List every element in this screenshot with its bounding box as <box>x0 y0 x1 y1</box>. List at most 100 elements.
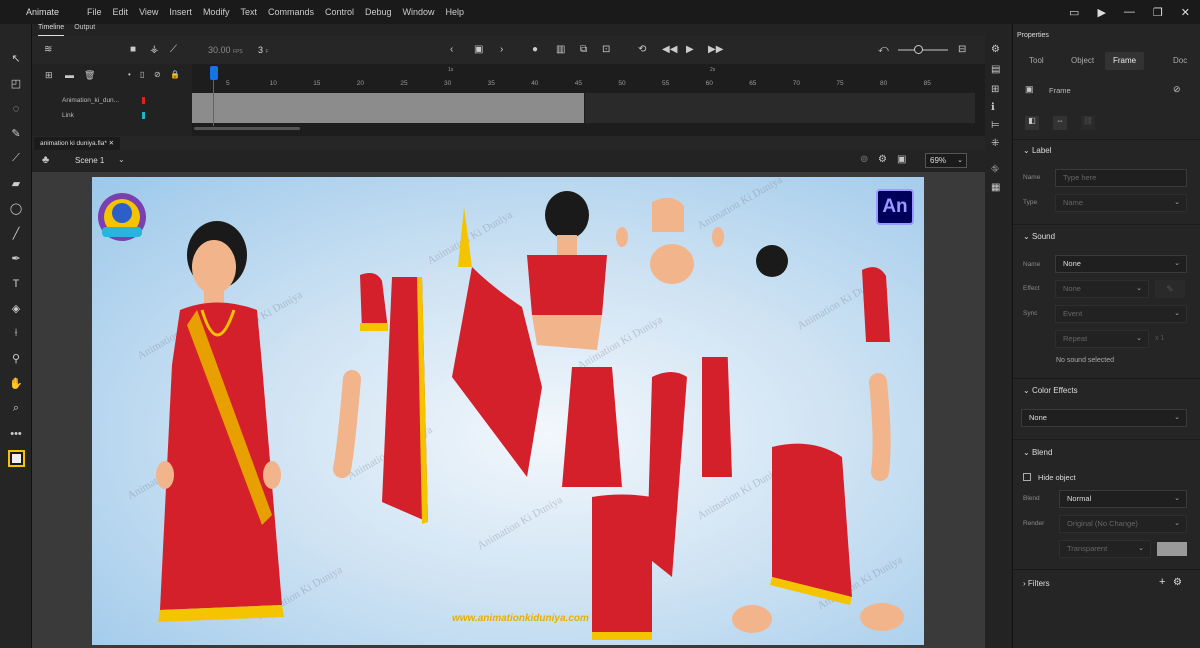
delete-layer-icon[interactable]: 🗑 <box>84 70 95 81</box>
scene-icon[interactable]: ♣ <box>42 154 49 166</box>
parenting-icon[interactable]: ⚶ <box>150 44 159 55</box>
library-panel-icon[interactable]: ▤ <box>991 64 1000 75</box>
document-tab[interactable]: animation ki duniya.fla* ✕ <box>34 137 121 150</box>
chevron-down-icon[interactable]: ⌄ <box>118 155 125 164</box>
undo-zoom-icon[interactable]: ⤺ <box>878 44 889 55</box>
brush-tool-icon[interactable]: ✎ <box>0 121 32 146</box>
frame-zoom-slider[interactable] <box>898 49 948 51</box>
close-icon[interactable]: ✕ <box>1181 6 1190 19</box>
insert-keyframe-icon[interactable]: ▣ <box>474 44 483 55</box>
add-filter-icon[interactable]: + <box>1159 576 1165 588</box>
filter-settings-icon[interactable]: ⚙ <box>1173 577 1182 588</box>
menu-file[interactable]: File <box>87 7 102 17</box>
clip-icon[interactable]: ⚙ <box>878 154 887 165</box>
stage[interactable]: Animation Ki Duniya Animation Ki Duniya An… <box>92 177 924 645</box>
menu-control[interactable]: Control <box>325 7 354 17</box>
loop-icon[interactable]: ⟲ <box>638 44 646 55</box>
hand-tool-icon[interactable]: ✋ <box>0 371 32 396</box>
layer-row[interactable]: Link <box>32 108 192 123</box>
color-effects-select[interactable]: None ⌄ <box>1021 409 1187 427</box>
maximize-icon[interactable]: ❐ <box>1153 6 1163 19</box>
layer-frames[interactable] <box>192 108 584 123</box>
lock-icon[interactable]: 🔒 <box>170 70 180 79</box>
test-movie-icon[interactable]: ▶ <box>1097 6 1105 19</box>
transform-panel-icon[interactable]: ⁜ <box>991 138 999 149</box>
frame-name-input[interactable]: Type here <box>1055 169 1187 187</box>
tab-doc[interactable]: Doc <box>1165 52 1195 70</box>
line-tool-icon[interactable]: ╱ <box>0 221 32 246</box>
menu-help[interactable]: Help <box>446 7 465 17</box>
frames-area[interactable]: 5 10 15 20 25 30 35 40 45 50 55 60 65 70 75 80 85 1s 2s <box>192 64 985 136</box>
properties-panel-icon[interactable]: ⚙ <box>991 44 1000 55</box>
eyedropper-icon[interactable]: ⟊ <box>0 321 32 346</box>
new-layer-icon[interactable]: ⊞ <box>45 70 53 81</box>
menu-edit[interactable]: Edit <box>113 7 129 17</box>
sound-section[interactable]: ⌄ Sound <box>1023 232 1055 241</box>
fps-display[interactable]: 30.00 FPS <box>208 45 243 55</box>
timeline-scrollbar[interactable] <box>194 127 300 130</box>
menu-text[interactable]: Text <box>240 7 257 17</box>
workspace-icon[interactable]: ▭ <box>1069 6 1079 19</box>
highlight-icon[interactable]: • <box>128 70 131 79</box>
subselection-tool-icon[interactable]: ◰ <box>0 71 32 96</box>
blend-select[interactable]: Normal ⌄ <box>1059 490 1187 508</box>
play-icon[interactable]: ▶ <box>686 44 694 55</box>
edit-multiple-icon[interactable]: ▥ <box>556 44 565 55</box>
info-panel-icon[interactable]: ℹ <box>991 102 995 113</box>
menu-commands[interactable]: Commands <box>268 7 314 17</box>
onion-skin-icon[interactable]: ● <box>532 44 538 55</box>
outline-icon[interactable]: ▯ <box>140 70 144 79</box>
center-frame-icon[interactable]: ⊡ <box>602 44 610 55</box>
onion-outline-icon[interactable]: ⧉ <box>580 44 587 55</box>
tab-timeline[interactable]: Timeline <box>38 24 65 36</box>
minimize-icon[interactable]: — <box>1124 6 1135 18</box>
blend-section[interactable]: ⌄ Blend <box>1023 448 1052 457</box>
sound-name-select[interactable]: None ⌄ <box>1055 255 1187 273</box>
close-tab-icon[interactable]: ✕ <box>109 140 114 147</box>
filters-section[interactable]: › Filters <box>1023 579 1050 588</box>
more-tools-icon[interactable]: ••• <box>0 421 32 446</box>
layer-depth-icon[interactable]: ≋ <box>44 44 52 55</box>
assets-panel-icon[interactable]: ⊞ <box>991 84 999 95</box>
align-panel-icon[interactable]: ⊨ <box>991 120 1000 131</box>
step-forward-icon[interactable]: ▶▶ <box>708 44 723 55</box>
tab-tool[interactable]: Tool <box>1021 52 1052 70</box>
step-back-icon[interactable]: ◀◀ <box>662 44 677 55</box>
graph-icon[interactable]: ⟋ <box>170 44 177 55</box>
menu-view[interactable]: View <box>139 7 158 17</box>
eraser-tool-icon[interactable]: ▰ <box>0 171 32 196</box>
swap-icon[interactable]: ◧ <box>1025 116 1039 130</box>
menu-modify[interactable]: Modify <box>203 7 230 17</box>
help-icon[interactable]: ⊘ <box>1173 84 1181 95</box>
components-icon[interactable]: ▦ <box>991 182 1000 193</box>
visibility-icon[interactable]: ⊘ <box>154 70 161 79</box>
next-keyframe-icon[interactable]: › <box>500 44 503 55</box>
rotate-stage-icon[interactable]: ▣ <box>897 154 906 165</box>
menu-debug[interactable]: Debug <box>365 7 392 17</box>
camera-icon[interactable]: ■ <box>130 44 136 55</box>
prev-keyframe-icon[interactable]: ‹ <box>450 44 453 55</box>
frame-zoom-handle[interactable] <box>914 45 923 54</box>
menu-window[interactable]: Window <box>403 7 435 17</box>
oval-tool-icon[interactable]: ◯ <box>0 196 32 221</box>
zoom-select[interactable]: 69% ⌄ <box>925 153 967 168</box>
menu-insert[interactable]: Insert <box>169 7 192 17</box>
tab-frame[interactable]: Frame <box>1105 52 1145 70</box>
hide-object-checkbox[interactable] <box>1023 473 1031 481</box>
color-effects-section[interactable]: ⌄ Color Effects <box>1023 386 1078 395</box>
center-stage-icon[interactable]: ⊚ <box>860 154 868 165</box>
layer-frames[interactable] <box>192 93 584 108</box>
layer-row[interactable]: Animation_ki_dun... <box>32 93 192 108</box>
paint-brush-icon[interactable]: ⟋ <box>0 146 32 171</box>
lasso-tool-icon[interactable]: ◌ <box>0 96 32 121</box>
fill-stroke-swatch-icon[interactable] <box>0 446 32 471</box>
empty-frames[interactable] <box>585 108 975 123</box>
pen-tool-icon[interactable]: ✒ <box>0 246 32 271</box>
type-select[interactable]: Name ⌄ <box>1055 194 1187 212</box>
tab-object[interactable]: Object <box>1063 52 1102 70</box>
current-frame[interactable]: 3 F <box>258 45 269 55</box>
fit-frames-icon[interactable]: ⊟ <box>958 44 966 55</box>
zoom-tool-icon[interactable]: ⌕ <box>0 396 32 421</box>
text-tool-icon[interactable]: T <box>0 271 32 296</box>
empty-frames[interactable] <box>585 93 975 108</box>
